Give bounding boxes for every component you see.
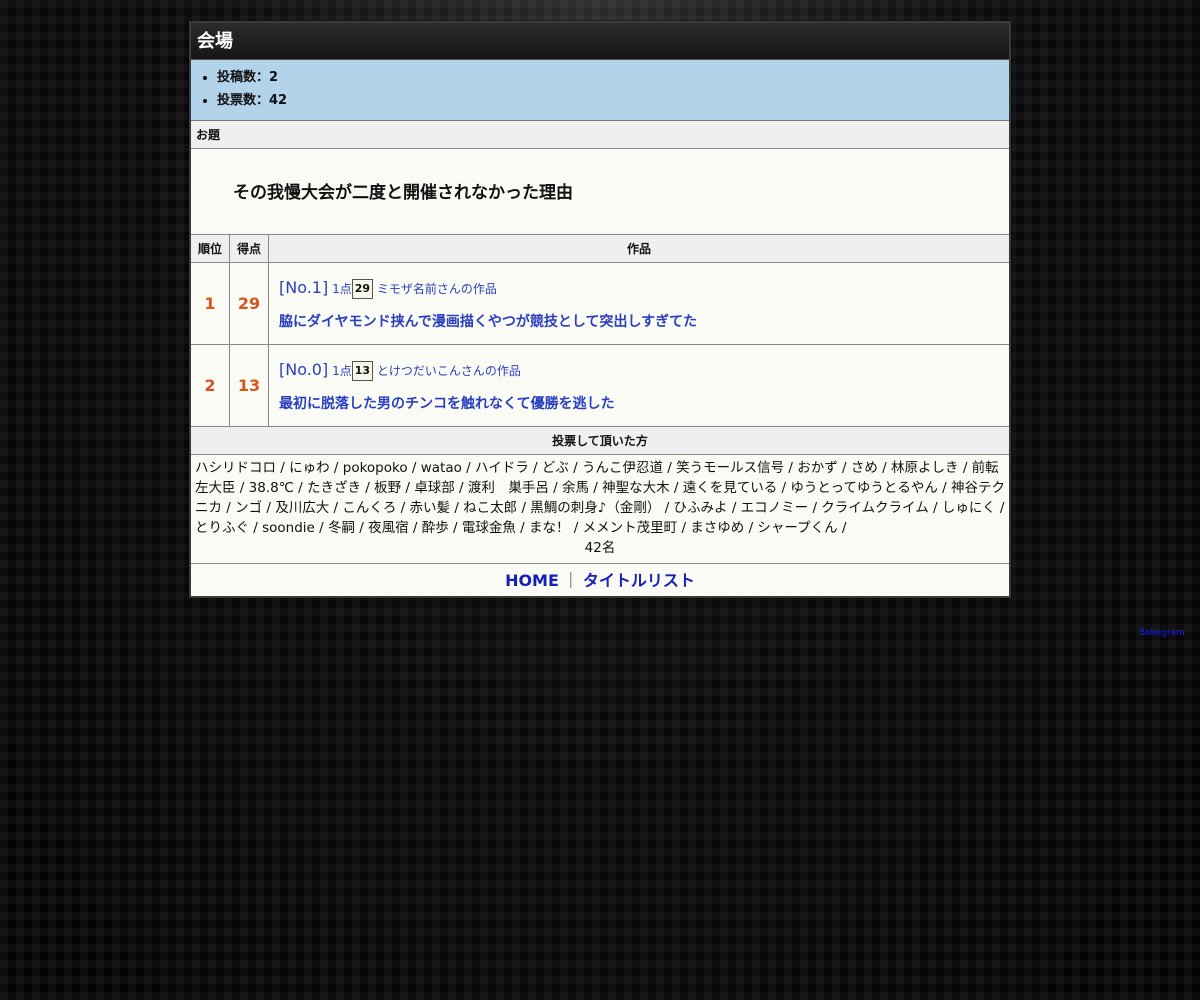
- vote-count-badge: 29: [351, 279, 374, 300]
- venue-panel: 会場 投稿数：2 投票数：42 お題 その我慢大会が二度と開催されなかった理由 …: [189, 21, 1011, 598]
- voters-section: ハシリドコロ / にゅわ / pokopoko / watao / ハイドラ /…: [191, 455, 1009, 564]
- per-vote-points: 1点: [332, 363, 352, 378]
- results-table: 順位 得点 作品 1 29 [No.1] 1点 29 ミモザ名前さんの作品 脇にダ…: [191, 235, 1009, 427]
- work-cell: [No.1] 1点 29 ミモザ名前さんの作品 脇にダイヤモンド挟んで漫画描くやつ…: [268, 262, 1009, 345]
- results-header-row: 順位 得点 作品: [191, 235, 1009, 263]
- corner-link[interactable]: Bokegram: [1139, 628, 1185, 638]
- work-author: とけつだいこんさんの作品: [376, 363, 521, 378]
- work-cell: [No.0] 1点 13 とけつだいこんさんの作品 最初に脱落した男のチンコを触れ…: [268, 344, 1009, 427]
- score-header: 得点: [229, 235, 269, 263]
- table-row: 2 13 [No.0] 1点 13 とけつだいこんさんの作品 最初に脱落した男のチ…: [191, 344, 1009, 427]
- panel-title: 会場: [191, 23, 1009, 60]
- work-number: [No.0]: [279, 359, 329, 379]
- stats-box: 投稿数：2 投票数：42: [191, 60, 1009, 121]
- rank-header: 順位: [191, 235, 230, 263]
- voter-count: 42名: [584, 540, 616, 556]
- per-vote-points: 1点: [332, 281, 352, 296]
- voters-heading: 投票して頂いた方: [191, 427, 1009, 455]
- score-cell: 29: [229, 262, 269, 345]
- nav-separator: ｜: [562, 571, 579, 590]
- footer-nav: HOME ｜タイトルリスト: [191, 564, 1009, 596]
- work-author: ミモザ名前さんの作品: [376, 281, 497, 296]
- work-meta: [No.1] 1点 29 ミモザ名前さんの作品: [279, 278, 1009, 300]
- work-number: [No.1]: [279, 277, 329, 297]
- work-meta: [No.0] 1点 13 とけつだいこんさんの作品: [279, 360, 1009, 382]
- work-header: 作品: [268, 235, 1009, 263]
- voter-list: ハシリドコロ / にゅわ / pokopoko / watao / ハイドラ /…: [195, 460, 1005, 536]
- table-row: 1 29 [No.1] 1点 29 ミモザ名前さんの作品 脇にダイヤモンド挟んで漫…: [191, 262, 1009, 345]
- vote-count-badge: 13: [351, 361, 374, 382]
- rank-cell: 2: [191, 344, 230, 427]
- topic-heading: お題: [191, 121, 1009, 149]
- post-count: 投稿数：2: [217, 66, 1009, 89]
- score-cell: 13: [229, 344, 269, 427]
- vote-count: 投票数：42: [217, 89, 1009, 112]
- stats-list: 投稿数：2 投票数：42: [191, 66, 1009, 112]
- home-link[interactable]: HOME: [505, 571, 559, 590]
- title-list-link[interactable]: タイトルリスト: [583, 571, 695, 590]
- rank-cell: 1: [191, 262, 230, 345]
- topic-text: その我慢大会が二度と開催されなかった理由: [191, 149, 1009, 235]
- work-title-link[interactable]: 脇にダイヤモンド挟んで漫画描くやつが競技として突出しすぎてた: [279, 311, 1009, 331]
- work-title-link[interactable]: 最初に脱落した男のチンコを触れなくて優勝を逃した: [279, 393, 1009, 413]
